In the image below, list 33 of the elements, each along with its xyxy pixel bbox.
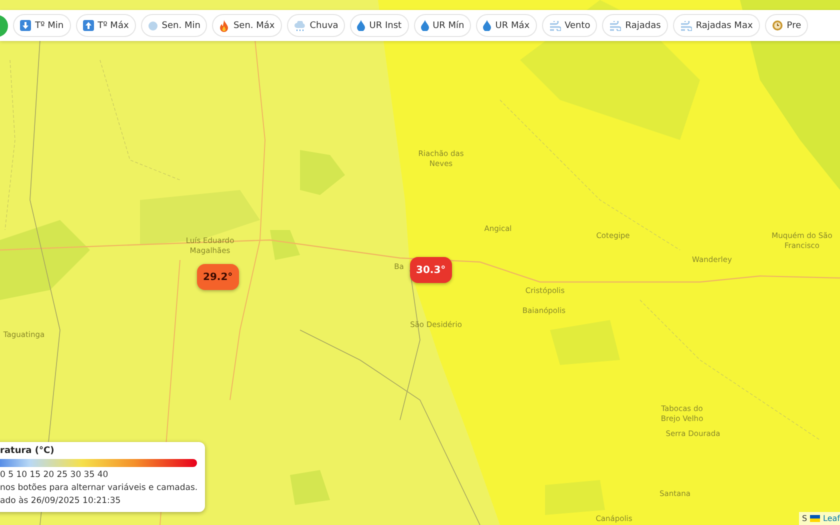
temperature-marker[interactable]: 29.2°: [197, 264, 239, 290]
updated-time: ado às 26/09/2025 10:21:35: [0, 496, 122, 506]
layer-button[interactable]: Tº Máx: [76, 14, 136, 37]
wind-icon: [680, 20, 692, 30]
layer-button[interactable]: Vento: [542, 14, 598, 37]
flame-icon: [219, 20, 230, 32]
wind-icon: [548, 20, 561, 30]
attribution-text: S: [802, 514, 808, 523]
legend-title: ratura (°C): [0, 446, 56, 456]
clock-icon: [772, 20, 783, 31]
down-arrow-icon: [20, 20, 31, 31]
legend-hint: nos botões para alternar variáveis e camadas.: [0, 483, 197, 493]
layer-button[interactable]: Rajadas: [602, 14, 668, 37]
scale-labels: 0 5 10 15 20 25 30 35 40: [0, 470, 110, 480]
leaflet-link[interactable]: Leaf: [823, 514, 840, 523]
map-drawing[interactable]: [0, 0, 840, 525]
droplet-icon: [420, 20, 429, 31]
layer-button[interactable]: Sen. Min: [140, 14, 208, 37]
up-arrow-icon: [82, 20, 94, 31]
layer-button[interactable]: UR Inst: [350, 14, 409, 37]
flag-icon: [810, 515, 820, 522]
layer-button[interactable]: UR Máx: [476, 14, 537, 37]
droplet-icon: [357, 20, 366, 31]
layer-button[interactable]: Chuva: [286, 14, 346, 37]
layer-button[interactable]: Tº Min: [13, 14, 71, 37]
cloud-icon: [294, 20, 306, 30]
temperature-marker[interactable]: 30.3°: [410, 257, 452, 283]
droplet-icon: [483, 20, 492, 31]
layer-button[interactable]: Pre: [764, 14, 808, 37]
wind-icon: [609, 20, 622, 30]
layer-button[interactable]: UR Mín: [414, 14, 472, 37]
layer-button[interactable]: Sen. Máx: [212, 14, 282, 37]
layer-button[interactable]: Rajadas Max: [672, 14, 760, 37]
